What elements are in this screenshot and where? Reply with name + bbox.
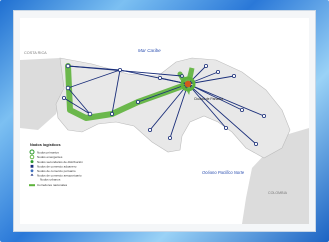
legend-item-primary: Nodos primarios	[37, 150, 59, 154]
legend-symbol-airport	[30, 173, 34, 176]
country-west-label: COSTA RICA	[24, 51, 47, 55]
legend-symbol-secondary	[30, 160, 34, 164]
panama-city-core	[184, 80, 192, 88]
legend-symbol-primary	[29, 149, 35, 155]
legend-title: Nodos logísticos	[30, 143, 61, 147]
country-east-label: COLOMBIA	[268, 191, 288, 195]
logistics-map: Mar Caribe Océano Pacífico Norte COSTA R…	[20, 18, 309, 224]
legend-item-secondary: Nodos secundarios de distribución	[37, 160, 83, 164]
legend-symbol-customs	[30, 164, 34, 168]
sea-south-label: Océano Pacífico Norte	[202, 170, 245, 175]
legend-item-corridor: Corredores nacionales	[37, 183, 68, 187]
legend-item-emergent: Nodos emergentes	[37, 155, 63, 159]
map-svg: Mar Caribe Océano Pacífico Norte COSTA R…	[20, 48, 309, 224]
legend-item-port: Nodos de comercio portuario	[37, 169, 76, 173]
legend-symbol-emergent	[29, 154, 35, 160]
capital-label: Ciudad de Panamá	[194, 97, 223, 101]
legend-item-customs: Nodos de comercio aduanero	[37, 164, 77, 168]
sea-north-label: Mar Caribe	[138, 48, 161, 53]
legend: Nodos logísticos Nodos primarios Nodos e…	[29, 143, 83, 187]
legend-symbol-port	[30, 169, 34, 173]
legend-symbol-corridor	[29, 184, 35, 187]
legend-item-urban: Nodos urbanos	[40, 178, 61, 182]
